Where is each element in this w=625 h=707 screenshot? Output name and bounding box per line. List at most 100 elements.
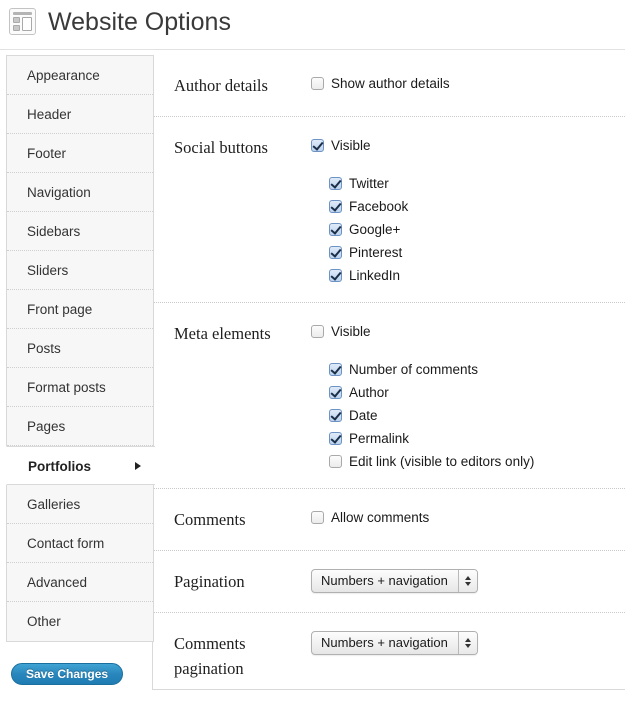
chevron-updown-icon[interactable]	[458, 570, 477, 592]
checkbox-box-icon[interactable]	[329, 386, 342, 399]
row-label-author-details: Author details	[153, 55, 311, 116]
checkbox-box-icon[interactable]	[329, 269, 342, 282]
row-body-pagination: Numbers + navigation	[311, 551, 625, 609]
checkbox-box-icon[interactable]	[329, 200, 342, 213]
sidebar-item-label: Portfolios	[28, 459, 91, 474]
row-label-comments: Comments	[153, 489, 311, 550]
select-comments-pagination[interactable]: Numbers + navigation	[311, 631, 478, 655]
sidebar-item-label: Contact form	[27, 536, 104, 551]
checkbox-meta-date[interactable]: Date	[329, 405, 625, 426]
checkbox-box-icon[interactable]	[329, 432, 342, 445]
chevron-right-icon	[135, 462, 141, 470]
checkbox-social-visible[interactable]: Visible	[311, 135, 625, 156]
checkbox-box-icon[interactable]	[311, 325, 324, 338]
checkbox-social-googleplus[interactable]: Google+	[329, 219, 625, 240]
sidebar-item-pages[interactable]: Pages	[7, 407, 153, 446]
row-pagination: Pagination Numbers + navigation	[153, 551, 625, 613]
sidebar-item-other[interactable]: Other	[7, 602, 153, 641]
checkbox-meta-author[interactable]: Author	[329, 382, 625, 403]
row-comments-pagination: Comments pagination Numbers + navigation	[153, 613, 625, 699]
sidebar-item-label: Header	[27, 107, 71, 122]
sidebar-item-advanced[interactable]: Advanced	[7, 563, 153, 602]
meta-element-list: Number of comments Author Date Permalink	[311, 359, 625, 472]
page-title: Website Options	[48, 3, 231, 41]
checkbox-box-icon[interactable]	[329, 177, 342, 190]
checkbox-meta-permalink[interactable]: Permalink	[329, 428, 625, 449]
checkbox-label: Author	[349, 382, 389, 403]
settings-sidebar: Appearance Header Footer Navigation Side…	[6, 55, 154, 642]
checkbox-label: Date	[349, 405, 378, 426]
checkbox-box-icon[interactable]	[329, 455, 342, 468]
checkbox-box-icon[interactable]	[329, 246, 342, 259]
checkbox-meta-edit-link[interactable]: Edit link (visible to editors only)	[329, 451, 625, 472]
sidebar-item-contact-form[interactable]: Contact form	[7, 524, 153, 563]
select-comments-pagination-value: Numbers + navigation	[312, 632, 458, 654]
sidebar-item-label: Appearance	[27, 68, 100, 83]
checkbox-label: Visible	[331, 321, 371, 342]
checkbox-meta-visible[interactable]: Visible	[311, 321, 625, 342]
sidebar-item-posts[interactable]: Posts	[7, 329, 153, 368]
row-body-comments-pagination: Numbers + navigation	[311, 613, 625, 671]
checkbox-box-icon[interactable]	[311, 139, 324, 152]
sidebar-item-portfolios[interactable]: Portfolios	[6, 446, 155, 485]
checkbox-box-icon[interactable]	[311, 77, 324, 90]
checkbox-box-icon[interactable]	[329, 223, 342, 236]
checkbox-label: Permalink	[349, 428, 409, 449]
sidebar-item-label: Galleries	[27, 497, 80, 512]
checkbox-social-twitter[interactable]: Twitter	[329, 173, 625, 194]
page-header: Website Options	[0, 0, 625, 50]
checkbox-allow-comments[interactable]: Allow comments	[311, 507, 625, 528]
sidebar-item-label: Format posts	[27, 380, 106, 395]
checkbox-label: LinkedIn	[349, 265, 400, 286]
select-pagination[interactable]: Numbers + navigation	[311, 569, 478, 593]
row-label-social-buttons: Social buttons	[153, 117, 311, 178]
row-meta-elements: Meta elements Visible Number of comments…	[153, 303, 625, 489]
row-label-meta-elements: Meta elements	[153, 303, 311, 364]
sidebar-item-footer[interactable]: Footer	[7, 134, 153, 173]
chevron-updown-icon[interactable]	[458, 632, 477, 654]
sidebar-item-label: Other	[27, 614, 61, 629]
checkbox-label: Pinterest	[349, 242, 402, 263]
row-social-buttons: Social buttons Visible Twitter Facebook	[153, 117, 625, 303]
checkbox-label: Edit link (visible to editors only)	[349, 451, 534, 472]
checkbox-label: Show author details	[331, 73, 450, 94]
sidebar-item-sidebars[interactable]: Sidebars	[7, 212, 153, 251]
sidebar-item-navigation[interactable]: Navigation	[7, 173, 153, 212]
sidebar-item-label: Pages	[27, 419, 65, 434]
sidebar-item-header[interactable]: Header	[7, 95, 153, 134]
checkbox-box-icon[interactable]	[329, 409, 342, 422]
social-network-list: Twitter Facebook Google+ Pinterest	[311, 173, 625, 286]
settings-main-panel: Author details Show author details Socia…	[152, 55, 625, 690]
checkbox-label: Facebook	[349, 196, 408, 217]
sidebar-item-format-posts[interactable]: Format posts	[7, 368, 153, 407]
checkbox-show-author-details[interactable]: Show author details	[311, 73, 625, 94]
sidebar-item-label: Sliders	[27, 263, 68, 278]
sidebar-item-label: Footer	[27, 146, 66, 161]
website-options-page: Website Options Appearance Header Footer…	[0, 0, 625, 707]
row-body-author-details: Show author details	[311, 55, 625, 110]
row-body-social-buttons: Visible Twitter Facebook Google+	[311, 117, 625, 302]
sidebar-item-label: Front page	[27, 302, 92, 317]
row-author-details: Author details Show author details	[153, 55, 625, 117]
checkbox-social-pinterest[interactable]: Pinterest	[329, 242, 625, 263]
checkbox-box-icon[interactable]	[329, 363, 342, 376]
checkbox-box-icon[interactable]	[311, 511, 324, 524]
checkbox-label: Allow comments	[331, 507, 429, 528]
sidebar-item-front-page[interactable]: Front page	[7, 290, 153, 329]
sidebar-item-label: Advanced	[27, 575, 87, 590]
checkbox-social-linkedin[interactable]: LinkedIn	[329, 265, 625, 286]
checkbox-label: Visible	[331, 135, 371, 156]
save-changes-button[interactable]: Save Changes	[11, 663, 123, 685]
row-label-pagination: Pagination	[153, 551, 311, 612]
layout-page-icon	[9, 8, 36, 35]
row-body-comments: Allow comments	[311, 489, 625, 544]
sidebar-item-appearance[interactable]: Appearance	[7, 56, 153, 95]
checkbox-meta-number-of-comments[interactable]: Number of comments	[329, 359, 625, 380]
row-comments: Comments Allow comments	[153, 489, 625, 551]
sidebar-item-galleries[interactable]: Galleries	[7, 485, 153, 524]
sidebar-item-label: Posts	[27, 341, 61, 356]
select-pagination-value: Numbers + navigation	[312, 570, 458, 592]
checkbox-label: Google+	[349, 219, 400, 240]
sidebar-item-sliders[interactable]: Sliders	[7, 251, 153, 290]
checkbox-social-facebook[interactable]: Facebook	[329, 196, 625, 217]
